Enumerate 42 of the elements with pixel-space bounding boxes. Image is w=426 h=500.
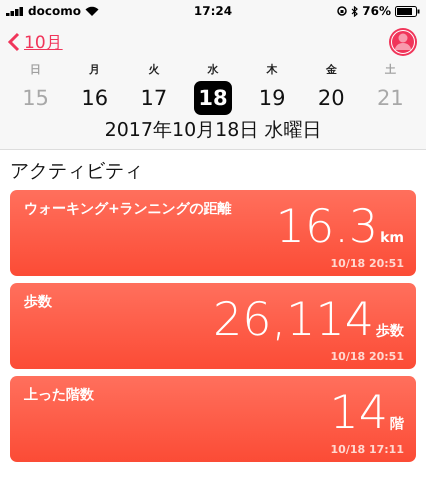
signal-icon bbox=[6, 6, 24, 16]
profile-icon[interactable] bbox=[388, 27, 418, 57]
card-timestamp: 10/18 17:11 bbox=[330, 443, 404, 456]
weekday-label: 火 bbox=[148, 62, 160, 77]
weekday-label: 金 bbox=[326, 62, 337, 77]
card-label: 上った階数 bbox=[24, 386, 95, 405]
clock-time: 17:24 bbox=[194, 4, 232, 18]
bluetooth-icon bbox=[351, 6, 358, 16]
card-timestamp: 10/18 20:51 bbox=[330, 257, 404, 270]
calendar-day[interactable]: 15 bbox=[16, 81, 55, 115]
chevron-left-icon bbox=[8, 32, 20, 52]
carrier-name: docomo bbox=[28, 4, 81, 18]
battery-icon bbox=[395, 6, 420, 16]
lock-rotation-icon bbox=[337, 6, 348, 16]
card-value: 14 bbox=[329, 389, 388, 435]
card-label: ウォーキング+ランニングの距離 bbox=[24, 200, 233, 219]
activity-card[interactable]: 上った階数 14 階 10/18 17:11 bbox=[10, 376, 416, 462]
card-unit: km bbox=[380, 230, 404, 246]
card-value: 26,114 bbox=[213, 296, 374, 342]
calendar-day[interactable]: 16 bbox=[76, 81, 114, 115]
weekday-label: 水 bbox=[207, 62, 218, 77]
section-title: アクティビティ bbox=[9, 159, 144, 184]
activity-card[interactable]: ウォーキング+ランニングの距離 16.3 km 10/18 20:51 bbox=[10, 190, 416, 276]
card-unit: 階 bbox=[390, 415, 404, 433]
weekday-label: 月 bbox=[89, 62, 100, 77]
activity-card[interactable]: 歩数 26,114 歩数 10/18 20:51 bbox=[10, 283, 416, 369]
card-value: 16.3 bbox=[276, 203, 378, 249]
weekday-label: 木 bbox=[266, 62, 278, 77]
card-unit: 歩数 bbox=[376, 322, 404, 340]
wifi-icon bbox=[84, 6, 99, 16]
calendar-day[interactable]: 17 bbox=[134, 81, 173, 115]
back-link[interactable]: 10月 bbox=[8, 30, 63, 54]
calendar-day[interactable]: 18 bbox=[194, 81, 232, 115]
card-timestamp: 10/18 20:51 bbox=[330, 350, 404, 363]
calendar-day[interactable]: 20 bbox=[312, 81, 350, 115]
calendar-day[interactable]: 19 bbox=[253, 81, 292, 115]
weekday-label: 土 bbox=[384, 62, 396, 77]
calendar-day[interactable]: 21 bbox=[371, 81, 410, 115]
card-label: 歩数 bbox=[24, 293, 53, 312]
selected-date: 2017年10月18日 水曜日 bbox=[104, 118, 322, 143]
weekday-label: 日 bbox=[30, 62, 42, 77]
battery-percent: 76% bbox=[362, 4, 391, 18]
